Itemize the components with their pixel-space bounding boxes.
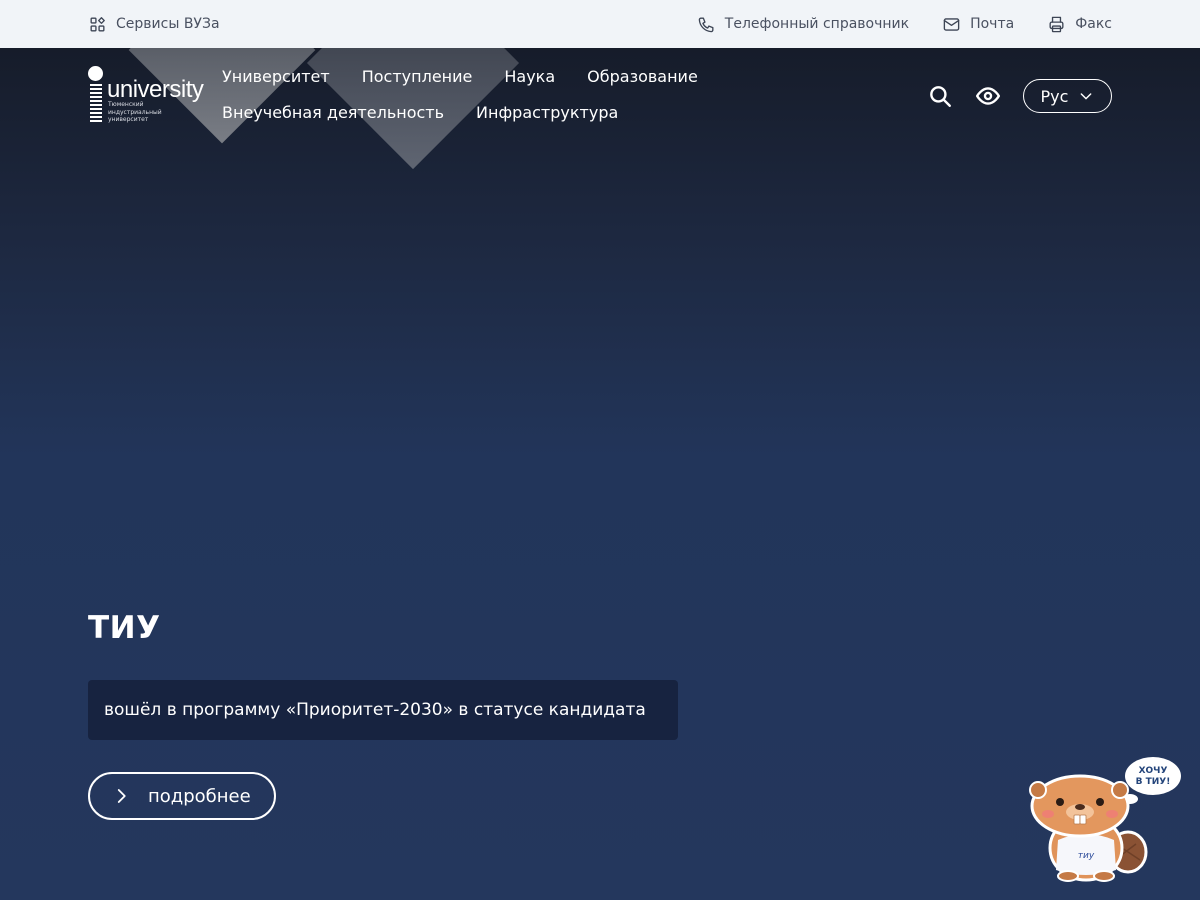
hero-title: ТИУ [88, 610, 161, 646]
mail-link[interactable]: Почта [942, 15, 1014, 34]
hero-caption-text: вошёл в программу «Приоритет-2030» в ста… [104, 700, 646, 720]
fax-link[interactable]: Факс [1047, 15, 1112, 34]
fax-label: Факс [1075, 16, 1112, 32]
main-nav: Университет Поступление Наука Образовани… [222, 66, 742, 124]
accessibility-button[interactable] [975, 83, 1001, 109]
services-label: Сервисы ВУЗа [116, 16, 220, 32]
nav-item-admission[interactable]: Поступление [362, 66, 473, 88]
university-logo[interactable]: university Тюменский индустриальный унив… [88, 64, 204, 128]
hero-caption: вошёл в программу «Приоритет-2030» в ста… [88, 680, 678, 740]
phonebook-label: Телефонный справочник [724, 16, 910, 32]
services-link[interactable]: Сервисы ВУЗа [88, 15, 220, 34]
main-header: university Тюменский индустриальный унив… [0, 48, 1200, 148]
mail-icon [943, 17, 960, 31]
nav-item-extracurricular[interactable]: Внеучебная деятельность [222, 102, 444, 124]
more-button[interactable]: подробнее [88, 772, 276, 820]
chevron-right-icon [117, 789, 126, 803]
nav-item-science[interactable]: Наука [504, 66, 555, 88]
logo-wordmark: university [107, 76, 204, 103]
phone-icon [698, 16, 714, 32]
grid-apps-icon [90, 16, 105, 32]
nav-item-infrastructure[interactable]: Инфраструктура [476, 102, 618, 124]
search-icon [930, 86, 951, 107]
shirt-text: тиу [1078, 851, 1095, 861]
more-button-label: подробнее [148, 785, 251, 807]
logo-stripe [90, 84, 102, 124]
bubble-text-line1: ХОЧУ [1139, 766, 1168, 776]
search-button[interactable] [927, 83, 953, 109]
mail-label: Почта [970, 16, 1015, 32]
printer-icon [1049, 16, 1064, 32]
chevron-down-icon [1081, 93, 1092, 100]
phonebook-link[interactable]: Телефонный справочник [697, 15, 909, 34]
globe-icon [88, 66, 103, 81]
logo-subtitle: Тюменский индустриальный университет [108, 101, 162, 123]
beaver-mascot[interactable]: ХОЧУ В ТИУ! тиу [1024, 752, 1184, 884]
eye-icon [975, 87, 1001, 105]
nav-item-university[interactable]: Университет [222, 66, 330, 88]
nav-item-education[interactable]: Образование [587, 66, 698, 88]
language-label: Рус [1040, 86, 1069, 106]
beaver-icon: ХОЧУ В ТИУ! тиу [1029, 757, 1181, 882]
bubble-text-line2: В ТИУ! [1136, 777, 1171, 787]
header-tools: Рус [927, 79, 1112, 113]
language-selector[interactable]: Рус [1023, 79, 1112, 113]
top-utility-bar: Сервисы ВУЗа Телефонный справочник Почта… [0, 0, 1200, 48]
